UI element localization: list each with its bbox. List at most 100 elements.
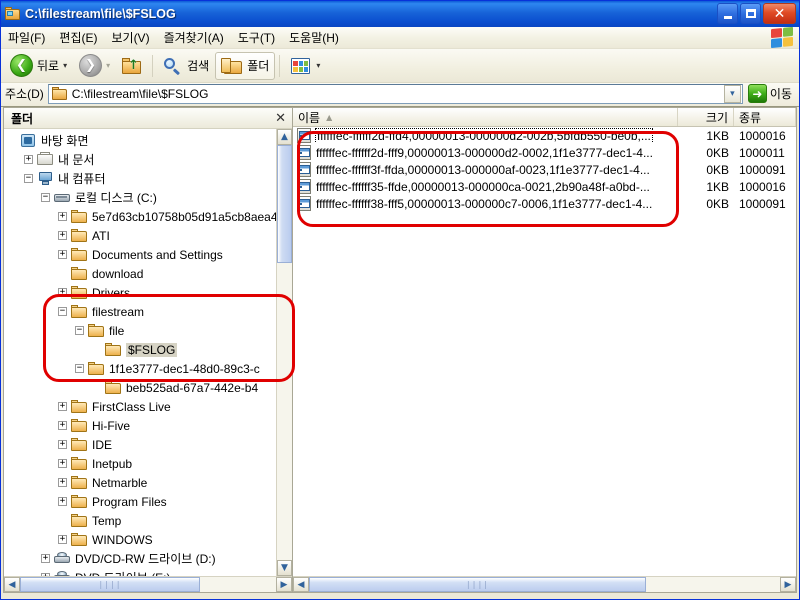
- expand-icon[interactable]: +: [24, 155, 33, 164]
- column-name[interactable]: 이름 ▲: [293, 108, 678, 126]
- list-hscroll-thumb[interactable]: ||||: [309, 577, 646, 592]
- folder-tree[interactable]: 바탕 화면 + 내 문서 − 내 컴퓨터 − 로컬 디스크 (C:) +5e7d63cb107…: [4, 129, 276, 576]
- tree-item[interactable]: + WINDOWS: [7, 530, 276, 549]
- expand-icon[interactable]: +: [58, 250, 67, 259]
- table-row[interactable]: ffffffec-ffffff35-ffde,00000013-000000ca…: [293, 178, 796, 195]
- tree-item[interactable]: − 1f1e3777-dec1-48d0-89c3-c: [7, 359, 276, 378]
- expand-icon[interactable]: +: [58, 459, 67, 468]
- expand-icon[interactable]: +: [58, 231, 67, 240]
- expand-icon[interactable]: +: [41, 573, 50, 576]
- collapse-icon[interactable]: −: [75, 364, 84, 373]
- collapse-icon[interactable]: −: [24, 174, 33, 183]
- expand-icon[interactable]: +: [41, 554, 50, 563]
- expand-icon[interactable]: +: [58, 535, 67, 544]
- collapse-icon[interactable]: −: [41, 193, 50, 202]
- column-size[interactable]: 크기: [678, 108, 734, 126]
- close-icon[interactable]: ✕: [273, 112, 288, 125]
- menu-favorites[interactable]: 즐겨찾기(A): [157, 27, 231, 48]
- hscroll-track[interactable]: ||||: [20, 577, 276, 592]
- search-button[interactable]: 검색: [157, 52, 215, 80]
- tree-item[interactable]: 바탕 화면: [7, 131, 276, 150]
- folders-label: 폴더: [247, 59, 270, 73]
- hscroll-thumb[interactable]: ||||: [20, 577, 200, 592]
- forward-button[interactable]: ❯ ▾: [73, 52, 116, 80]
- file-list-body[interactable]: ffffffec-ffffff2d-ffd4,00000013-000000d2…: [293, 127, 796, 576]
- tree-item[interactable]: + 내 문서: [7, 150, 276, 169]
- table-row[interactable]: ffffffec-ffffff2d-fff9,00000013-000000d2…: [293, 144, 796, 161]
- folders-pane: 폴더 ✕ 바탕 화면 + 내 문서 − 내 컴퓨터 − 로컬 디스크 (C:) +5e7d63…: [3, 107, 292, 593]
- tree-item[interactable]: + ATI: [7, 226, 276, 245]
- tree-item[interactable]: + DVD/CD-RW 드라이브 (D:): [7, 549, 276, 568]
- collapse-icon[interactable]: −: [75, 326, 84, 335]
- tree-item[interactable]: + Drivers: [7, 283, 276, 302]
- file-size-cell: 0KB: [706, 145, 729, 160]
- tree-item[interactable]: + Program Files: [7, 492, 276, 511]
- tree-item[interactable]: download: [7, 264, 276, 283]
- menu-file[interactable]: 파일(F): [1, 27, 52, 48]
- address-input[interactable]: C:\filestream\file\$FSLOG ▾: [47, 83, 743, 104]
- folders-icon: [221, 57, 243, 75]
- collapse-icon[interactable]: −: [58, 307, 67, 316]
- address-dropdown-button[interactable]: ▾: [723, 84, 741, 103]
- menu-help[interactable]: 도움말(H): [282, 27, 346, 48]
- scroll-thumb[interactable]: [277, 145, 292, 263]
- up-button[interactable]: ↑: [116, 52, 148, 80]
- expand-icon[interactable]: +: [58, 212, 67, 221]
- folders-button[interactable]: 폴더: [215, 51, 276, 80]
- back-dropdown-icon[interactable]: ▾: [63, 61, 67, 70]
- close-button[interactable]: ✕: [763, 3, 796, 24]
- menu-view[interactable]: 보기(V): [104, 27, 156, 48]
- tree-vertical-scrollbar[interactable]: ▲ ▼: [276, 129, 292, 576]
- tree-item[interactable]: + DVD 드라이브 (E:): [7, 568, 276, 576]
- views-button[interactable]: ▾: [284, 52, 326, 80]
- tree-item[interactable]: + IDE: [7, 435, 276, 454]
- tree-item[interactable]: − file: [7, 321, 276, 340]
- expand-icon[interactable]: +: [58, 497, 67, 506]
- close-icon: ✕: [773, 5, 786, 22]
- tree-item[interactable]: +5e7d63cb10758b05d91a5cb8aea498: [7, 207, 276, 226]
- tree-item[interactable]: − 내 컴퓨터: [7, 169, 276, 188]
- scroll-up-button[interactable]: ▲: [277, 129, 292, 145]
- list-hscroll-track[interactable]: ||||: [309, 577, 780, 592]
- tree-item[interactable]: Temp: [7, 511, 276, 530]
- views-dropdown-icon[interactable]: ▾: [316, 61, 320, 70]
- go-button[interactable]: ➜ 이동: [743, 84, 796, 103]
- tree-item[interactable]: $FSLOG: [7, 340, 276, 359]
- table-row[interactable]: ffffffec-ffffff2d-ffd4,00000013-000000d2…: [293, 127, 796, 144]
- tree-horizontal-scrollbar[interactable]: ◀ |||| ▶: [4, 576, 292, 592]
- hscroll-left-button[interactable]: ◀: [4, 577, 20, 592]
- list-horizontal-scrollbar[interactable]: ◀ |||| ▶: [293, 576, 796, 592]
- column-type[interactable]: 종류: [734, 108, 796, 126]
- expand-icon[interactable]: +: [58, 288, 67, 297]
- tree-item[interactable]: − filestream: [7, 302, 276, 321]
- hscroll-right-button[interactable]: ▶: [276, 577, 292, 592]
- tree-item[interactable]: beb525ad-67a7-442e-b4: [7, 378, 276, 397]
- expand-icon[interactable]: +: [58, 440, 67, 449]
- table-row[interactable]: ffffffec-ffffff38-fff5,00000013-000000c7…: [293, 195, 796, 212]
- scroll-down-button[interactable]: ▼: [277, 560, 292, 576]
- list-hscroll-left-button[interactable]: ◀: [293, 577, 309, 592]
- tree-item[interactable]: − 로컬 디스크 (C:): [7, 188, 276, 207]
- minimize-button[interactable]: [717, 3, 738, 24]
- expand-icon[interactable]: +: [58, 402, 67, 411]
- forward-dropdown-icon[interactable]: ▾: [106, 61, 110, 70]
- tree-item[interactable]: + Netmarble: [7, 473, 276, 492]
- file-type-cell: 1000016: [739, 128, 786, 143]
- address-folder-icon: [51, 87, 68, 100]
- tree-item[interactable]: + Hi-Five: [7, 416, 276, 435]
- expand-icon[interactable]: +: [58, 421, 67, 430]
- list-hscroll-right-button[interactable]: ▶: [780, 577, 796, 592]
- table-row[interactable]: ffffffec-ffffff3f-ffda,00000013-000000af…: [293, 161, 796, 178]
- file-icon: [296, 179, 312, 194]
- scroll-track[interactable]: [277, 145, 292, 560]
- address-bar: 주소(D) C:\filestream\file\$FSLOG ▾ ➜ 이동: [1, 83, 799, 107]
- menu-tools[interactable]: 도구(T): [231, 27, 282, 48]
- file-type-cell: 1000011: [739, 145, 785, 160]
- back-button[interactable]: ❮ 뒤로 ▾: [4, 52, 73, 80]
- menu-edit[interactable]: 편집(E): [52, 27, 104, 48]
- tree-item[interactable]: + Inetpub: [7, 454, 276, 473]
- expand-icon[interactable]: +: [58, 478, 67, 487]
- maximize-button[interactable]: [740, 3, 761, 24]
- tree-item[interactable]: + FirstClass Live: [7, 397, 276, 416]
- tree-item[interactable]: + Documents and Settings: [7, 245, 276, 264]
